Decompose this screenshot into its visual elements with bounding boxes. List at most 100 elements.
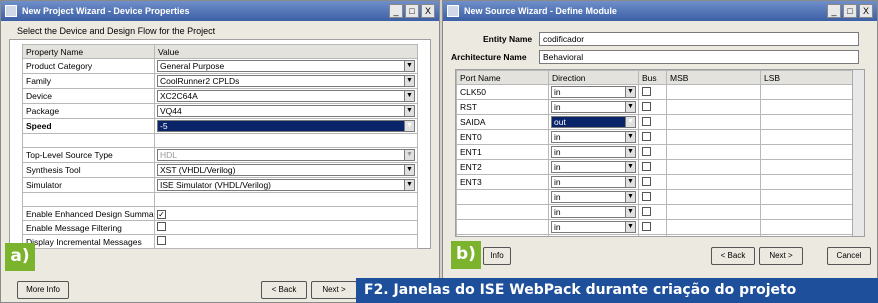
back-button[interactable]: < Back <box>711 247 755 265</box>
direction-cell[interactable]: in ▼ <box>548 84 639 100</box>
bus-checkbox[interactable] <box>642 161 651 171</box>
direction-cell[interactable]: in ▼ <box>548 204 639 220</box>
port-name-cell[interactable]: ENT3 <box>456 174 549 190</box>
direction-dropdown[interactable]: in▼ <box>551 191 636 203</box>
direction-dropdown[interactable]: in▼ <box>551 101 636 113</box>
lsb-cell[interactable] <box>760 114 857 130</box>
bus-checkbox[interactable] <box>642 101 651 111</box>
chevron-down-icon[interactable]: ▼ <box>625 102 635 112</box>
value-dropdown[interactable]: -5 ▼ <box>157 120 415 132</box>
direction-dropdown[interactable]: in▼ <box>551 146 636 158</box>
chevron-down-icon[interactable]: ▼ <box>404 61 414 71</box>
bus-checkbox[interactable] <box>642 131 651 141</box>
chevron-down-icon[interactable]: ▼ <box>404 180 414 190</box>
info-button[interactable]: Info <box>483 247 511 265</box>
maximize-button[interactable]: □ <box>843 4 857 18</box>
msb-cell[interactable] <box>666 204 761 220</box>
msb-cell[interactable] <box>666 144 761 160</box>
value-dropdown[interactable]: VQ44 ▼ <box>157 105 415 117</box>
msb-cell[interactable] <box>666 84 761 100</box>
property-value[interactable]: ISE Simulator (VHDL/Verilog) ▼ <box>154 177 418 193</box>
direction-cell[interactable]: in ▼ <box>548 219 639 235</box>
chevron-down-icon[interactable]: ▼ <box>625 87 635 97</box>
msb-cell[interactable] <box>666 99 761 115</box>
msb-cell[interactable] <box>666 174 761 190</box>
port-name-cell[interactable] <box>456 219 549 235</box>
port-name-cell[interactable]: RST <box>456 99 549 115</box>
bus-checkbox[interactable] <box>642 146 651 156</box>
chevron-down-icon[interactable]: ▼ <box>625 222 635 232</box>
direction-dropdown[interactable]: in▼ <box>551 221 636 233</box>
lsb-cell[interactable] <box>760 159 857 175</box>
bus-checkbox[interactable] <box>642 221 651 231</box>
cancel-button[interactable]: Cancel <box>827 247 871 265</box>
direction-dropdown[interactable]: in▼ <box>551 176 636 188</box>
bus-checkbox[interactable] <box>642 86 651 96</box>
msb-cell[interactable] <box>666 129 761 145</box>
value-dropdown[interactable]: HDL ▼ <box>157 149 415 161</box>
msb-cell[interactable] <box>666 189 761 205</box>
msb-cell[interactable] <box>666 114 761 130</box>
direction-dropdown[interactable]: out ▼ <box>551 116 636 128</box>
lsb-cell[interactable] <box>760 84 857 100</box>
next-button[interactable]: Next > <box>311 281 357 299</box>
property-value[interactable]: XST (VHDL/Verilog) ▼ <box>154 162 418 178</box>
port-name-cell[interactable] <box>456 234 549 236</box>
port-name-cell[interactable] <box>456 189 549 205</box>
port-name-cell[interactable]: SAIDA <box>456 114 549 130</box>
bus-checkbox[interactable] <box>642 237 651 238</box>
lsb-cell[interactable] <box>760 219 857 235</box>
msb-cell[interactable] <box>666 234 761 236</box>
lsb-cell[interactable] <box>760 174 857 190</box>
property-value[interactable]: HDL ▼ <box>154 147 418 163</box>
direction-cell[interactable]: out ▼ <box>548 114 639 130</box>
chevron-down-icon[interactable]: ▼ <box>404 91 414 101</box>
chevron-down-icon[interactable]: ▼ <box>625 162 635 172</box>
direction-cell[interactable]: in ▼ <box>548 174 639 190</box>
close-button[interactable]: X <box>421 4 435 18</box>
chevron-down-icon[interactable]: ▼ <box>625 147 635 157</box>
direction-dropdown[interactable]: in▼ <box>551 206 636 218</box>
value-dropdown[interactable]: XST (VHDL/Verilog) ▼ <box>157 164 415 176</box>
lsb-cell[interactable] <box>760 234 857 236</box>
lsb-cell[interactable] <box>760 144 857 160</box>
value-dropdown[interactable]: General Purpose ▼ <box>157 60 415 72</box>
direction-dropdown[interactable]: in▼ <box>551 131 636 143</box>
lsb-cell[interactable] <box>760 189 857 205</box>
title-bar[interactable]: New Source Wizard - Define Module _ □ X <box>443 1 877 21</box>
value-dropdown[interactable]: CoolRunner2 CPLDs ▼ <box>157 75 415 87</box>
port-name-cell[interactable]: ENT0 <box>456 129 549 145</box>
chevron-down-icon[interactable]: ▼ <box>625 117 635 127</box>
chevron-down-icon[interactable]: ▼ <box>404 76 414 86</box>
chevron-down-icon[interactable]: ▼ <box>625 177 635 187</box>
close-button[interactable]: X <box>859 4 873 18</box>
port-name-cell[interactable]: ENT2 <box>456 159 549 175</box>
back-button[interactable]: < Back <box>261 281 307 299</box>
property-value[interactable]: CoolRunner2 CPLDs ▼ <box>154 73 418 89</box>
maximize-button[interactable]: □ <box>405 4 419 18</box>
entity-name-field[interactable]: codificador <box>539 32 859 46</box>
next-button[interactable]: Next > <box>759 247 803 265</box>
checkbox[interactable]: ✓ <box>157 209 166 219</box>
chevron-down-icon[interactable]: ▼ <box>404 121 414 131</box>
direction-dropdown[interactable]: in▼ <box>551 86 636 98</box>
property-value[interactable] <box>154 234 418 249</box>
bus-checkbox[interactable] <box>642 176 651 186</box>
port-name-cell[interactable] <box>456 204 549 220</box>
lsb-cell[interactable] <box>760 204 857 220</box>
property-value[interactable]: General Purpose ▼ <box>154 58 418 74</box>
property-value[interactable]: XC2C64A ▼ <box>154 88 418 104</box>
lsb-cell[interactable] <box>760 99 857 115</box>
direction-cell[interactable]: in ▼ <box>548 99 639 115</box>
chevron-down-icon[interactable]: ▼ <box>404 106 414 116</box>
minimize-button[interactable]: _ <box>827 4 841 18</box>
port-name-cell[interactable]: CLK50 <box>456 84 549 100</box>
property-value[interactable] <box>154 220 418 235</box>
direction-dropdown[interactable]: in▼ <box>551 236 636 237</box>
more-info-button[interactable]: More Info <box>17 281 69 299</box>
checkbox[interactable] <box>157 236 166 245</box>
lsb-cell[interactable] <box>760 129 857 145</box>
direction-cell[interactable]: in ▼ <box>548 159 639 175</box>
property-value[interactable]: ✓ <box>154 206 418 221</box>
bus-checkbox[interactable] <box>642 206 651 216</box>
